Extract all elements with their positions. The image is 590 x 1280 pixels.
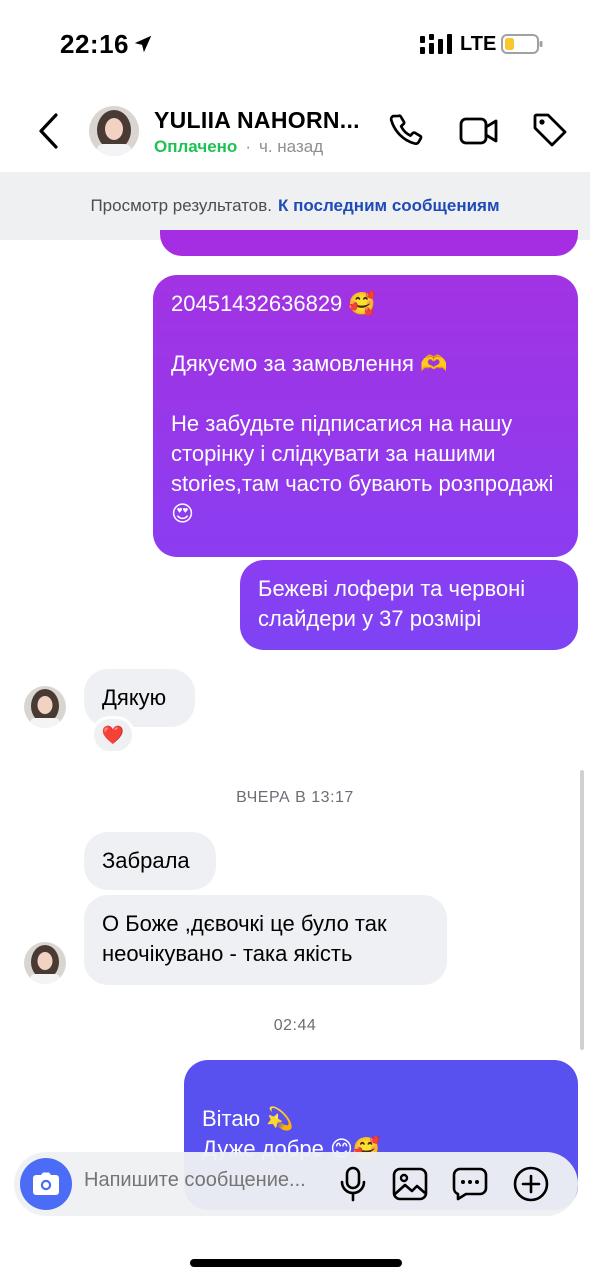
incoming-message[interactable]: О Боже ,дєвочкі це було так неочікувано … [84,895,447,985]
contact-status: Оплачено · ч. назад [154,137,323,157]
banner-text: Просмотр результатов. [90,196,272,215]
incoming-message[interactable]: Забрала [84,832,216,890]
message-text: Бежеві лофери та червоні слайдери у 37 р… [258,576,526,631]
outgoing-message[interactable]: Бежеві лофери та червоні слайдери у 37 р… [240,560,578,650]
jump-to-latest-link[interactable]: К последним сообщениям [278,196,500,216]
message-input[interactable] [84,1169,334,1192]
previous-message-bubble[interactable] [160,230,578,256]
last-seen: ч. назад [258,137,324,156]
status-bar: 22:16 LTE [0,0,590,90]
sender-avatar[interactable] [24,942,66,984]
video-call-icon[interactable] [459,114,499,148]
paid-status-label: Оплачено [154,137,238,156]
sender-avatar[interactable] [24,686,66,728]
signal-icon [420,34,452,54]
chat-header: YULIIA NAHORN... Оплачено · ч. назад [0,90,590,172]
message-text: О Боже ,дєвочкі це було так неочікувано … [102,911,387,966]
heart-reaction[interactable]: ❤️ [91,716,135,754]
back-chevron-icon[interactable] [36,112,60,150]
camera-icon [33,1172,59,1195]
clock: 22:16 [60,29,129,59]
message-text: Забрала [102,848,190,873]
camera-button[interactable] [20,1158,72,1210]
message-text: Дякую [102,685,167,710]
phone-call-icon[interactable] [388,112,426,150]
timestamp-divider: 02:44 [273,1017,317,1034]
plus-circle-icon[interactable] [512,1165,550,1203]
contact-avatar[interactable] [89,106,139,156]
timestamp-divider: ВЧЕРА В 13:17 [236,789,354,806]
battery-icon [501,34,543,54]
chat-bubble-icon[interactable] [452,1167,488,1201]
outgoing-message[interactable]: 20451432636829 🥰 Дякуємо за замовлення 🫶… [153,275,578,557]
contact-name[interactable]: YULIIA NAHORN... [154,107,360,134]
tag-label-icon[interactable] [531,111,569,149]
microphone-icon[interactable] [338,1166,368,1202]
scrollbar[interactable] [580,770,584,1050]
home-indicator[interactable] [190,1259,402,1267]
location-arrow-icon [134,35,152,53]
message-composer [14,1152,578,1216]
heart-icon: ❤️ [101,724,125,745]
network-type: LTE [460,33,497,55]
gallery-icon[interactable] [392,1167,428,1201]
message-text: 20451432636829 🥰 Дякуємо за замовлення 🫶… [171,291,554,526]
status-separator: · [245,137,251,156]
